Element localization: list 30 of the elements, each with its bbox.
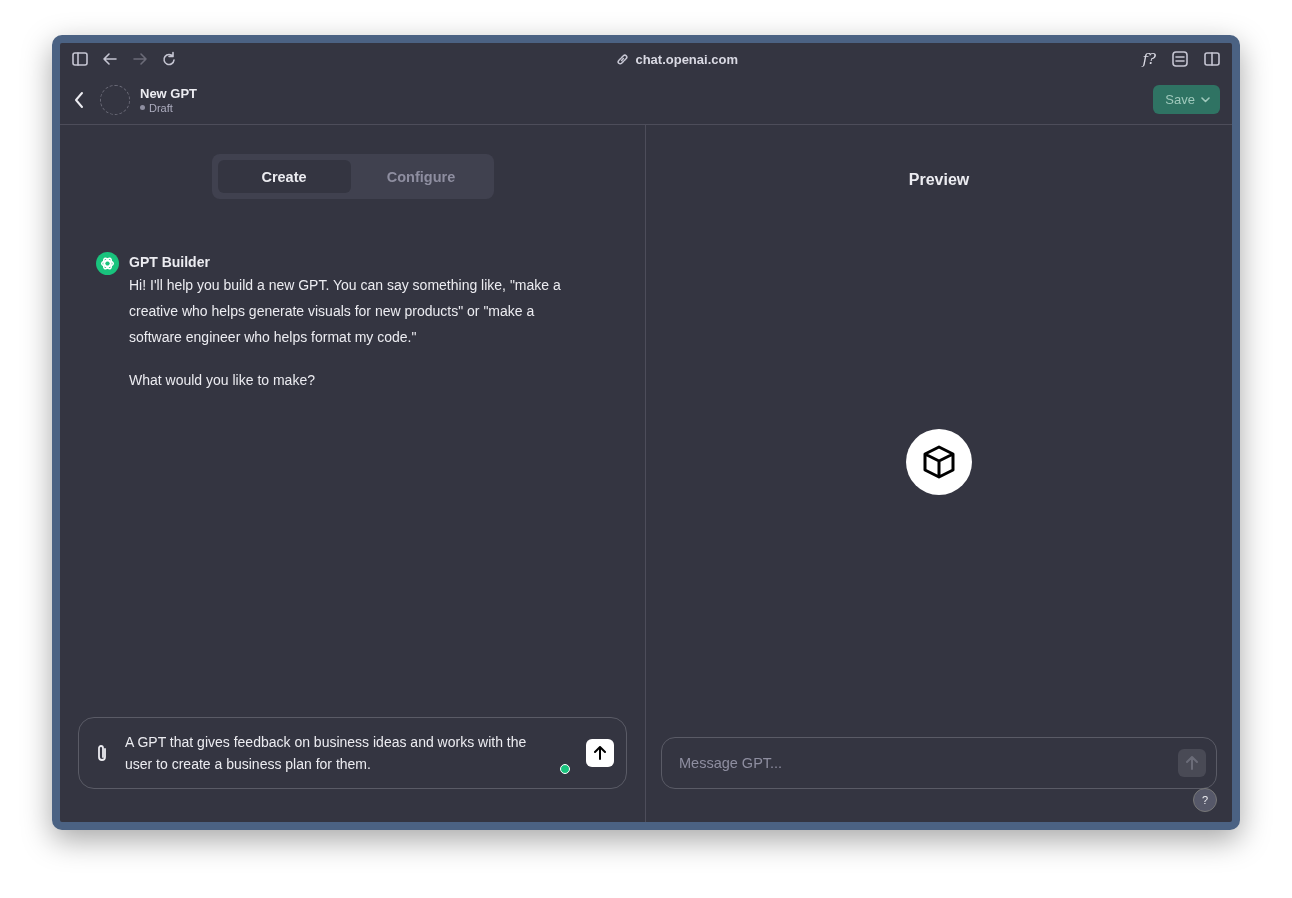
paperclip-icon[interactable] bbox=[95, 743, 109, 763]
assistant-logo-icon bbox=[96, 252, 119, 275]
split-view-icon[interactable] bbox=[1204, 52, 1220, 66]
sliders-icon[interactable] bbox=[1172, 51, 1188, 67]
message-input[interactable]: Message GPT... bbox=[677, 754, 1170, 772]
sidebar-icon[interactable] bbox=[72, 52, 88, 66]
back-chevron-icon[interactable] bbox=[74, 90, 84, 109]
send-button[interactable] bbox=[586, 739, 614, 767]
extension-button[interactable]: f? bbox=[1142, 50, 1156, 68]
back-arrow-icon[interactable] bbox=[102, 52, 118, 66]
link-icon bbox=[616, 52, 630, 66]
arrow-up-icon bbox=[1185, 756, 1199, 770]
preview-message-field[interactable]: Message GPT... bbox=[661, 737, 1217, 789]
cube-icon bbox=[921, 444, 957, 480]
preview-title: Preview bbox=[908, 171, 970, 189]
status-dot-icon bbox=[140, 105, 145, 110]
tab[interactable]: Create bbox=[217, 160, 351, 193]
message-paragraph: Hi! I'll help you build a new GPT. You can say something like, "make a creative who helps generate visuals for new products" or "make a software engineer who helps format my code." bbox=[129, 276, 562, 347]
sender-name: GPT Builder bbox=[129, 253, 211, 272]
message-input-field[interactable]: A GPT that gives feedback on business ideas and works with the user to create a business plan for them. bbox=[78, 717, 627, 789]
help-button[interactable]: ? bbox=[1193, 788, 1217, 812]
input-text: A GPT that gives feedback on business ideas and works with the user to create a business plan for them. bbox=[125, 733, 528, 774]
chevron-down-icon bbox=[1201, 96, 1210, 103]
reload-icon[interactable] bbox=[162, 51, 176, 67]
message-paragraph: What would you like to make? bbox=[129, 371, 316, 390]
status-dot-icon bbox=[560, 764, 570, 774]
url-text[interactable]: chat.openai.com bbox=[635, 51, 738, 67]
gpt-title: New GPT bbox=[140, 85, 199, 101]
status-text: Draft bbox=[149, 101, 173, 114]
arrow-up-icon bbox=[593, 746, 607, 760]
